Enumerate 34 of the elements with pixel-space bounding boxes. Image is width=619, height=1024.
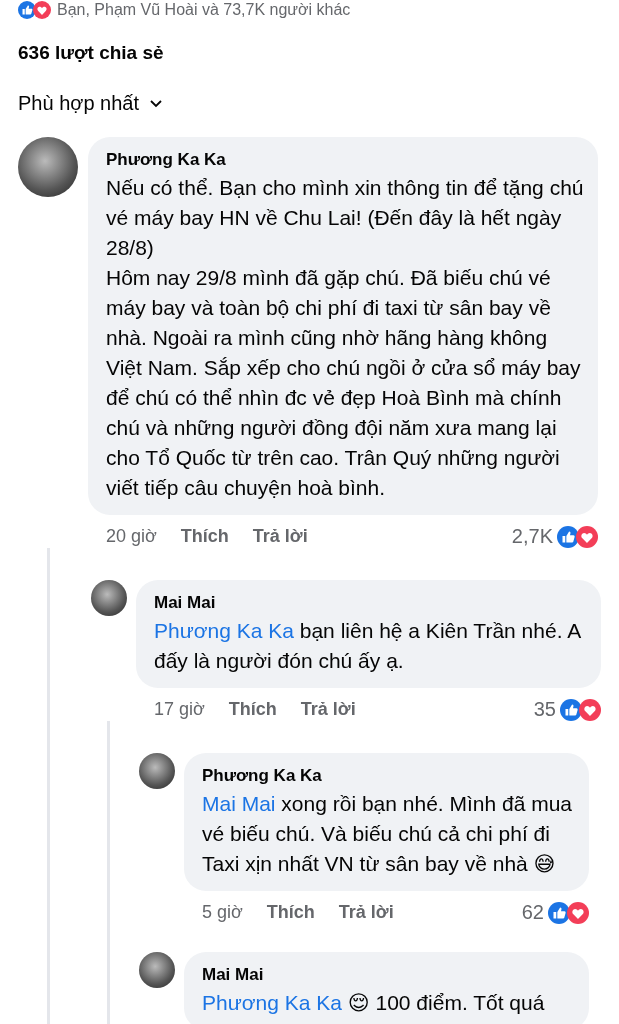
author-name[interactable]: Mai Mai <box>202 964 575 986</box>
avatar-photo[interactable] <box>18 137 78 197</box>
comment-text: Nếu có thể. Bạn cho mình xin thông tin để tặng chú vé máy bay HN về Chu Lai! (Đến đây là hết ngày 28/8) Hôm nay 29/8 mình đã gặp chú. Đã biếu chú vé máy bay và toàn bộ chi phí đi taxi từ sân bay về nhà. Ngoài ra mình cũng nhờ hãng hàng không Việt Nam. Sắp xếp cho chú ngồi ở cửa sổ máy bay để chú có thể nhìn đc vẻ đẹp Hoà Bình mà chính chú và những người đồng đội năm xưa mang lại cho Tổ Quốc từ trên cao. Trân Quý những người viết tiếp câu chuyện hoà bình. <box>106 175 584 501</box>
reaction-count: 2,7K <box>511 525 553 548</box>
like-icon <box>557 525 579 548</box>
avatar-photo[interactable] <box>91 580 127 616</box>
reaction-count: 62 <box>521 901 544 924</box>
chevron-down-icon <box>149 98 163 109</box>
author-name[interactable]: Phương Ka Ka <box>106 149 584 171</box>
avatar-photo[interactable] <box>139 952 175 988</box>
author-name[interactable]: Mai Mai <box>154 592 587 614</box>
like-icon <box>548 901 570 924</box>
comment-time: 5 giờ <box>202 902 243 923</box>
reply-button[interactable]: Trả lời <box>300 699 356 720</box>
comment-text: Phương Ka Ka 😌 100 điểm. Tốt quá <box>202 990 546 1016</box>
reaction-count: 35 <box>533 698 556 721</box>
comment-text: Phương Ka Ka bạn liên hệ a Kiên Trần nhé. A đấy là người đón chú ấy ạ. <box>154 618 582 674</box>
sort-dropdown[interactable]: Phù hợp nhất <box>18 92 163 115</box>
comment-time: 17 giờ <box>154 699 205 720</box>
mention-link[interactable]: Mai Mai <box>202 792 276 815</box>
like-button[interactable]: Thích <box>266 902 315 923</box>
like-button[interactable]: Thích <box>228 699 277 720</box>
like-button[interactable]: Thích <box>180 526 229 547</box>
shares-count[interactable]: 636 lượt chia sẻ <box>0 20 619 64</box>
reply-button[interactable]: Trả lời <box>338 902 394 923</box>
mention-link[interactable]: Phương Ka Ka <box>154 619 294 642</box>
reactions-summary[interactable]: Bạn, Phạm Vũ Hoài và 73,7K người khác <box>57 1 351 19</box>
avatar-photo[interactable] <box>139 753 175 789</box>
mention-link[interactable]: Phương Ka Ka <box>202 991 342 1014</box>
comment-time: 20 giờ <box>106 526 157 547</box>
author-name[interactable]: Phương Ka Ka <box>202 765 575 787</box>
like-icon <box>560 698 582 721</box>
comment-text: Mai Mai xong rồi bạn nhé. Mình đã mua vé biếu chú. Và biếu chú cả chi phí đi Taxi xịn nhất VN từ sân bay về nhà 😅 <box>202 791 574 877</box>
reply-button[interactable]: Trả lời <box>252 526 308 547</box>
